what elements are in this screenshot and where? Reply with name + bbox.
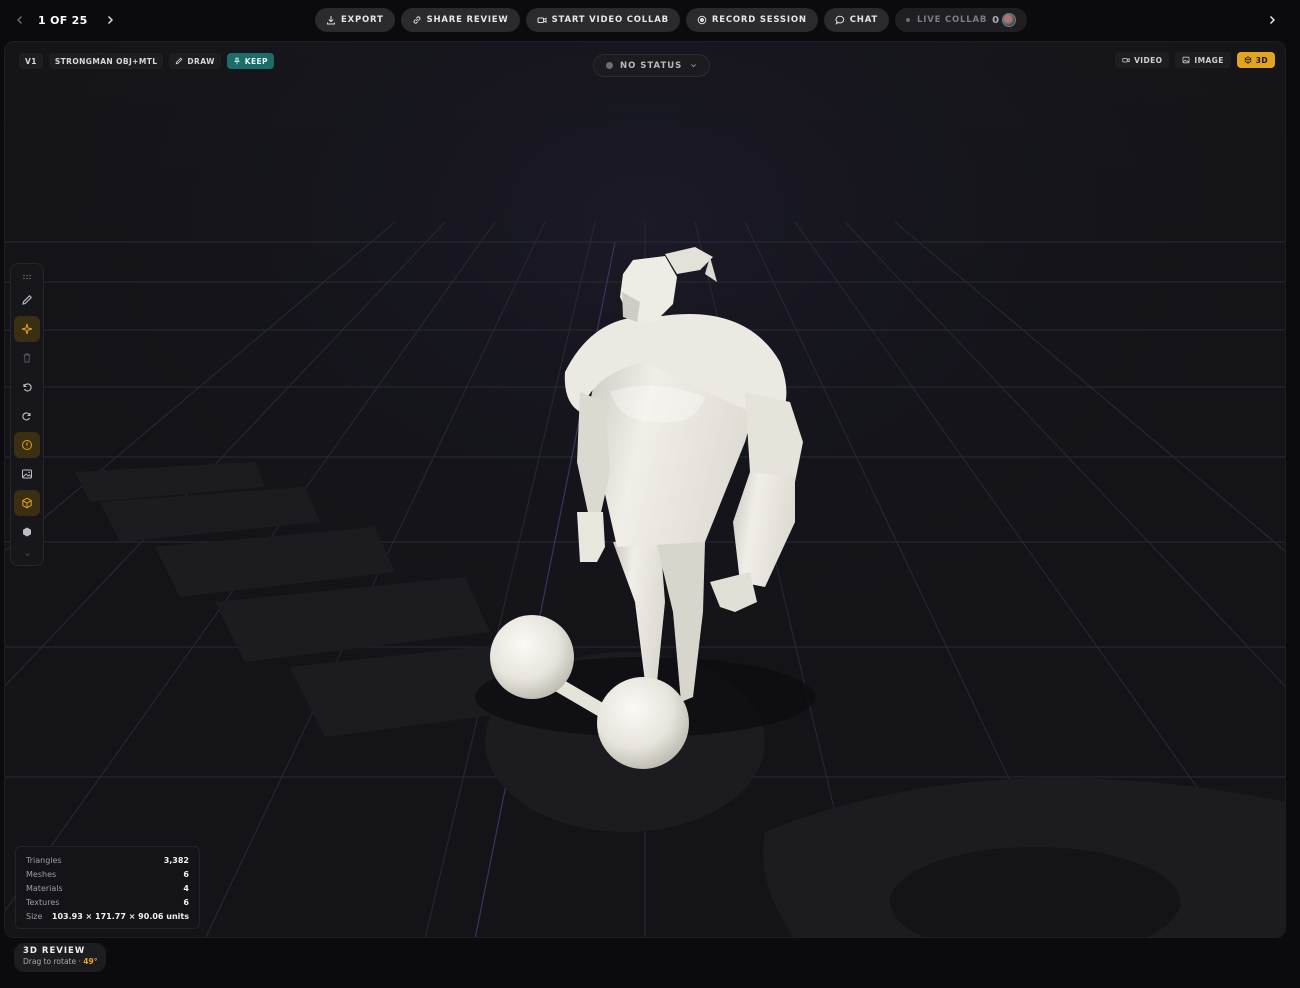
undo-button[interactable] [14,374,40,400]
stat-row: Size 103.93 × 171.77 × 90.06 units [26,912,189,922]
info-icon [22,439,32,450]
live-collab-label: LIVE COLLAB [917,15,988,25]
chat-button[interactable]: CHAT [823,8,890,32]
cube-icon [1244,56,1251,64]
chevron-right-icon [1270,16,1275,24]
next-page-button[interactable] [1262,9,1282,31]
file-name-chip[interactable]: STRONGMAN OBJ+MTL [48,53,164,69]
version-chips: V1 STRONGMAN OBJ+MTL DRAW KEEP [19,53,274,69]
undo-icon [23,382,32,391]
image-icon [1182,56,1190,64]
review-title: 3D REVIEW [23,946,86,956]
pencil-icon [22,294,32,305]
3d-tool-button[interactable] [14,489,40,516]
record-session-button[interactable]: RECORD SESSION [685,8,818,32]
image-icon [22,469,32,478]
live-indicator [906,18,911,22]
link-icon [413,16,420,24]
stat-row: Textures 6 [26,898,189,908]
mode-video-button[interactable]: VIDEO [1115,52,1170,68]
image-tool-button[interactable] [14,461,40,487]
pin-icon [233,57,240,65]
delete-tool-button[interactable] [14,345,40,371]
grip-icon [23,274,31,279]
model-stats-panel: Triangles 3,382 Meshes 6 Materials 4 Tex… [15,846,200,929]
prev-item-button[interactable] [10,9,30,31]
avatar [1001,13,1016,27]
mode-3d-label: 3D [1255,55,1268,65]
export-label: EXPORT [341,15,384,25]
mode-image-button[interactable]: IMAGE [1175,52,1231,68]
video-icon [1122,57,1130,63]
chevron-down-icon [691,64,697,68]
toolbar-expand-button[interactable] [14,548,40,562]
share-review-button[interactable]: SHARE REVIEW [400,8,520,32]
redo-icon [22,411,31,420]
info-tool-button[interactable] [14,431,40,458]
draw-tool-button[interactable] [14,287,40,313]
video-icon [537,17,547,24]
pager: 1 OF 25 [10,9,120,31]
hexagon-icon [23,527,31,536]
version-chip[interactable]: V1 [19,53,43,69]
start-video-collab-label: START VIDEO COLLAB [551,15,669,25]
record-session-label: RECORD SESSION [711,15,807,25]
draw-chip[interactable]: DRAW [169,53,221,69]
pencil-icon [176,57,183,65]
stat-row: Triangles 3,382 [26,855,189,865]
rotation-angle: 49° [83,957,98,966]
chat-icon [835,15,844,25]
status-dot [606,62,613,69]
chevron-down-icon [25,553,29,556]
live-collab-count: 0 [992,14,1000,26]
download-icon [327,16,335,25]
chat-label: CHAT [849,15,879,25]
top-bar: 1 OF 25 EXPORT SHARE REVIEW START VIDEO … [0,0,1300,40]
pager-count: 1 OF 25 [38,13,88,27]
stat-row: Meshes 6 [26,869,189,879]
record-icon [697,15,707,25]
status-dropdown[interactable]: NO STATUS [593,54,711,77]
next-item-button[interactable] [100,9,120,31]
sparkle-tool-button[interactable] [14,315,40,342]
chevron-right-icon [107,16,113,24]
trash-icon [23,353,31,362]
action-bar: EXPORT SHARE REVIEW START VIDEO COLLAB R… [315,8,1027,32]
keep-label: KEEP [244,56,268,66]
chevron-left-icon [17,16,22,24]
review-subtitle: Drag to rotate · 49° [23,957,98,966]
share-review-label: SHARE REVIEW [426,15,509,25]
export-button[interactable]: EXPORT [315,8,395,32]
start-video-collab-button[interactable]: START VIDEO COLLAB [525,8,680,32]
stat-row: Materials 4 [26,883,189,893]
cube-icon [22,497,32,508]
keep-chip[interactable]: KEEP [226,53,274,69]
draw-label: DRAW [187,56,215,66]
mode-video-label: VIDEO [1134,55,1163,65]
mode-image-label: IMAGE [1194,55,1224,65]
view-mode-switcher: VIDEO IMAGE 3D [1115,52,1275,68]
mode-3d-button[interactable]: 3D [1236,52,1275,68]
3d-review-badge: 3D REVIEW Drag to rotate · 49° [14,943,107,972]
status-label: NO STATUS [620,60,683,71]
tool-palette [10,263,44,566]
redo-button[interactable] [14,403,40,429]
sparkle-icon [21,323,33,334]
3d-scene[interactable] [5,42,1286,938]
solid-shape-tool-button[interactable] [14,519,40,545]
live-collab-button[interactable]: LIVE COLLAB 0 [895,8,1027,32]
3d-viewport[interactable]: V1 STRONGMAN OBJ+MTL DRAW KEEP NO STATUS… [4,41,1286,938]
toolbar-drag-handle[interactable] [14,270,40,284]
